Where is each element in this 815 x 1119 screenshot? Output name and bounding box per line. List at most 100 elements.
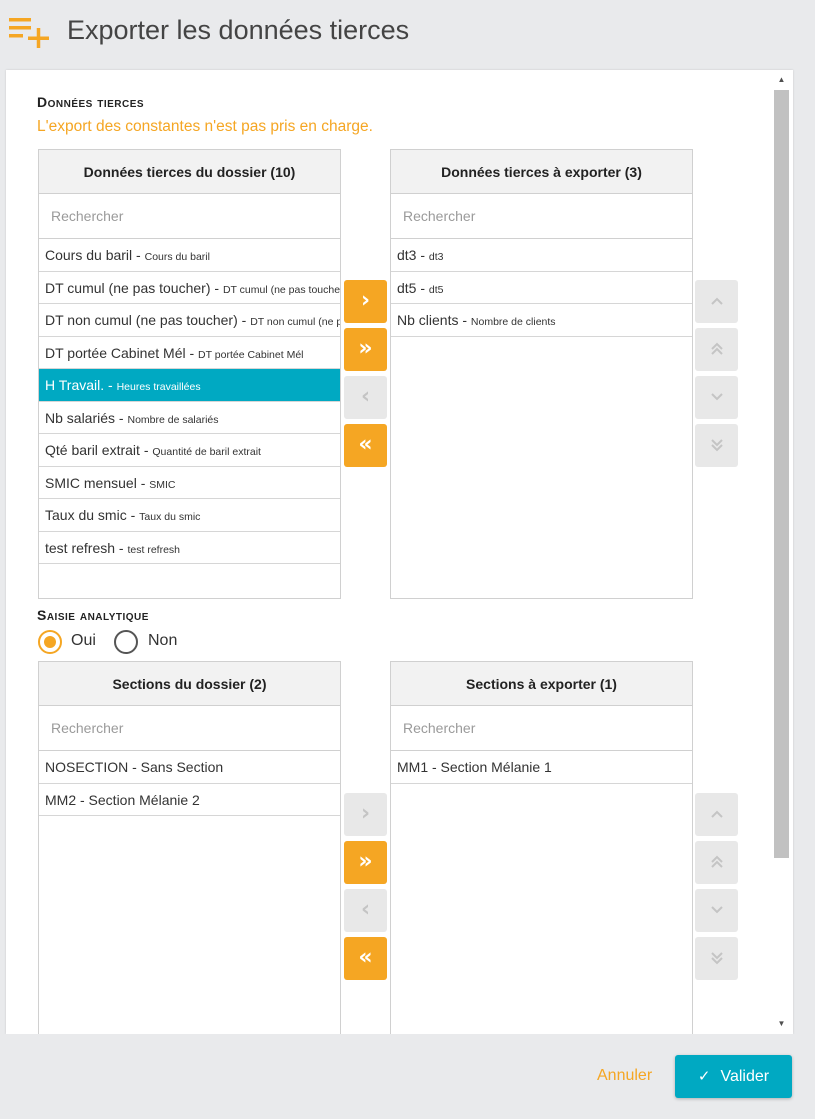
list-item[interactable]: MM2 - Section Mélanie 2	[39, 784, 340, 816]
list-item[interactable]: MM1 - Section Mélanie 1	[391, 751, 692, 784]
move-selected-right-button[interactable]: ›	[344, 793, 387, 836]
radio-button-non[interactable]	[114, 630, 138, 654]
move-all-right-button[interactable]: »	[344, 328, 387, 371]
double-chevron-up-icon	[710, 342, 723, 355]
list-item-label: dt5	[397, 279, 417, 296]
list-item-label: NOSECTION - Sans Section	[45, 759, 224, 775]
list-item-description: SMIC	[149, 478, 176, 491]
validate-button[interactable]: ✓ Valider	[675, 1055, 792, 1098]
list-item[interactable]: DT portée Cabinet Mél - DT portée Cabine…	[39, 337, 340, 369]
source-list-donnees: Données tierces du dossier (10) Cours du…	[38, 149, 341, 599]
section-title-donnees: Données tierces	[37, 94, 145, 110]
list-item[interactable]: Nb clients - Nombre de clients	[391, 304, 692, 337]
list-item-label: Qté baril extrait	[45, 442, 140, 458]
move-all-left-button[interactable]: «	[344, 424, 387, 467]
section-title-analytique: Saisie analytique	[37, 607, 149, 623]
move-all-right-button[interactable]: »	[344, 841, 387, 884]
move-up-button[interactable]	[695, 793, 738, 836]
scroll-down-arrow-icon[interactable]: ▼	[775, 1018, 788, 1030]
search-field[interactable]	[39, 706, 340, 751]
search-input[interactable]	[403, 720, 692, 736]
radio-button-oui[interactable]	[38, 630, 62, 654]
list-item-label: DT non cumul (ne pas toucher)	[45, 312, 238, 328]
move-to-top-button[interactable]	[695, 841, 738, 884]
separator: -	[458, 312, 471, 328]
separator: -	[416, 279, 429, 296]
search-field[interactable]	[391, 194, 692, 239]
scroll-up-arrow-icon[interactable]: ▲	[775, 74, 788, 86]
list-item-label: Nb salariés	[45, 409, 116, 426]
source-list-sections: Sections du dossier (2) NOSECTION - Sans…	[38, 661, 341, 1061]
page-title: Exporter les données tierces	[67, 15, 410, 45]
check-icon: ✓	[697, 1068, 711, 1085]
list-item-description: Nombre de clients	[470, 316, 556, 328]
playlist-add-icon	[9, 18, 49, 48]
move-down-button[interactable]	[695, 376, 738, 419]
list-item[interactable]: Qté baril extrait - Quantité de baril ex…	[39, 434, 340, 467]
list-item[interactable]: Taux du smic - Taux du smic	[39, 499, 340, 532]
validate-label: Valider	[720, 1068, 770, 1085]
cancel-button[interactable]: Annuler	[597, 1067, 652, 1085]
list-item-label: MM2 - Section Mélanie 2	[45, 791, 200, 808]
separator: -	[136, 474, 150, 491]
move-selected-right-button[interactable]: ›	[344, 280, 387, 323]
list-item-description: dt3	[428, 251, 444, 263]
move-all-left-button[interactable]: «	[344, 937, 387, 980]
separator: -	[104, 377, 117, 393]
search-input[interactable]	[51, 720, 340, 736]
list-item-description: DT cumul (ne pas toucher)	[222, 283, 340, 296]
list-item-description: DT portée Cabinet Mél	[198, 348, 304, 361]
separator: -	[139, 442, 153, 458]
move-to-bottom-button[interactable]	[695, 937, 738, 980]
move-up-button[interactable]	[695, 280, 738, 323]
double-chevron-down-icon	[710, 439, 723, 452]
list-item-label: dt3	[397, 247, 417, 263]
list-item-label: H Travail.	[45, 377, 105, 393]
search-field[interactable]	[391, 706, 692, 751]
list-item[interactable]: Nb salariés - Nombre de salariés	[39, 402, 340, 434]
list-item[interactable]: DT non cumul (ne pas toucher) - DT non c…	[39, 304, 340, 337]
move-selected-left-button[interactable]: ‹	[344, 889, 387, 932]
separator: -	[115, 409, 128, 426]
separator: -	[132, 247, 145, 263]
move-to-top-button[interactable]	[695, 328, 738, 371]
separator: -	[237, 312, 251, 328]
list-item[interactable]: NOSECTION - Sans Section	[39, 751, 340, 784]
list-item-label: Cours du baril	[45, 247, 133, 263]
list-item[interactable]: Cours du baril - Cours du baril	[39, 239, 340, 272]
list-item[interactable]: DT cumul (ne pas toucher) - DT cumul (ne…	[39, 272, 340, 304]
chevron-up-icon	[710, 297, 723, 305]
separator: -	[210, 279, 223, 296]
list-item[interactable]: H Travail. - Heures travaillées	[39, 369, 340, 402]
list-item-label: Taux du smic	[45, 507, 127, 523]
list-item[interactable]: SMIC mensuel - SMIC	[39, 467, 340, 499]
target-list-sections: Sections à exporter (1) MM1 - Section Mé…	[390, 661, 693, 1061]
list-item-description: Nombre de salariés	[127, 413, 219, 426]
list-item[interactable]: test refresh - test refresh	[39, 532, 340, 564]
move-selected-left-button[interactable]: ‹	[344, 376, 387, 419]
radio-label-oui: Oui	[71, 632, 96, 649]
list-item[interactable]: dt5 - dt5	[391, 272, 692, 304]
list-item-label: Nb clients	[397, 312, 459, 328]
list-item[interactable]: dt3 - dt3	[391, 239, 692, 272]
separator: -	[115, 539, 128, 556]
search-field[interactable]	[39, 194, 340, 239]
move-down-button[interactable]	[695, 889, 738, 932]
scrollbar-thumb[interactable]	[774, 90, 789, 858]
list-item-label: test refresh	[45, 539, 116, 556]
separator: -	[126, 507, 140, 523]
double-chevron-up-icon	[710, 855, 723, 868]
search-input[interactable]	[403, 208, 692, 224]
list-item-label: MM1 - Section Mélanie 1	[397, 759, 552, 775]
move-to-bottom-button[interactable]	[695, 424, 738, 467]
double-chevron-down-icon	[710, 952, 723, 965]
list-item-label: SMIC mensuel	[45, 474, 137, 491]
list-item-label: DT cumul (ne pas toucher)	[45, 279, 211, 296]
list-item-description: Quantité de baril extrait	[152, 446, 261, 458]
list-header: Sections à exporter (1)	[391, 662, 692, 706]
search-input[interactable]	[51, 208, 340, 224]
warning-text: L'export des constantes n'est pas pris e…	[37, 118, 373, 135]
chevron-up-icon	[710, 810, 723, 818]
list-item-description: Heures travaillées	[116, 381, 201, 393]
list-item-description: dt5	[428, 283, 444, 296]
